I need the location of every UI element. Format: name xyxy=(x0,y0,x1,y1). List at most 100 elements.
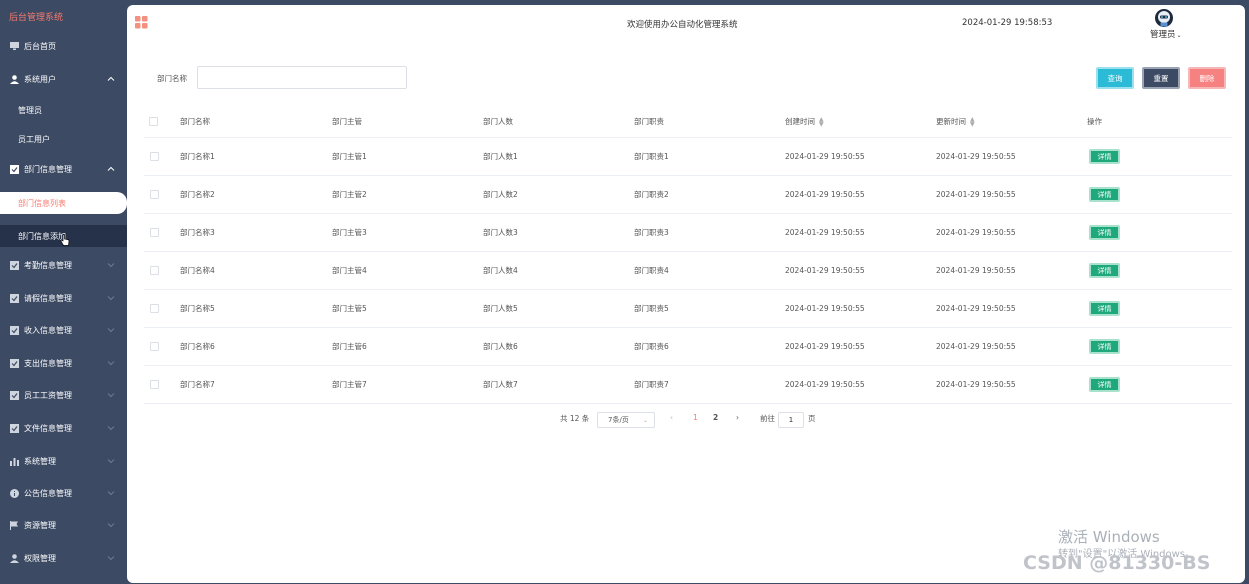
sidebar: 后台管理系统 后台首页 系统用户 管理员 员工用户 部门信息管理 部门信息列表 … xyxy=(0,0,127,584)
sub-item-admin[interactable]: 管理员 xyxy=(0,99,127,121)
menu-expense[interactable]: 支出信息管理 xyxy=(0,353,127,373)
search-label: 部门名称 xyxy=(157,74,187,83)
menu-salary[interactable]: 员工工资管理 xyxy=(0,385,127,405)
next-page-button[interactable]: › xyxy=(736,413,739,422)
menu-notice[interactable]: 公告信息管理 xyxy=(0,483,127,503)
cell-dept-manager: 部门主管2 xyxy=(332,190,367,199)
row-select[interactable] xyxy=(150,366,159,403)
checkbox[interactable] xyxy=(150,228,159,237)
page-2-button[interactable]: 2 xyxy=(713,413,718,422)
csdn-watermark: CSDN @81330-BS xyxy=(1023,552,1211,574)
detail-button[interactable]: 详情 xyxy=(1089,301,1120,316)
user-name: 管理员 xyxy=(1150,30,1176,40)
checkbox[interactable] xyxy=(150,190,159,199)
select-all[interactable] xyxy=(149,106,158,137)
cell-dept-manager: 部门主管5 xyxy=(332,304,367,313)
cell-dept-name: 部门名称2 xyxy=(180,190,215,199)
detail-button[interactable]: 详情 xyxy=(1089,149,1120,164)
menu-system-user-label: 系统用户 xyxy=(24,74,56,84)
dept-table: 部门名称 部门主管 部门人数 部门职责 创建时间 ▲ ▼ 更新时间 ▲ ▼ 操作 部门名… xyxy=(144,106,1232,404)
menu-attendance[interactable]: 考勤信息管理 xyxy=(0,255,127,275)
delete-button[interactable]: 删除 xyxy=(1188,67,1226,89)
detail-button[interactable]: 详情 xyxy=(1089,187,1120,202)
col-created[interactable]: 创建时间 ▲ ▼ xyxy=(785,106,824,137)
page-size-value: 7条/页 xyxy=(608,416,629,424)
menu-permission[interactable]: 权限管理 xyxy=(0,548,127,568)
checkbox[interactable] xyxy=(150,342,159,351)
table-row: 部门名称6 部门主管6 部门人数6 部门职责6 2024-01-29 19:50:55 2… xyxy=(144,328,1232,366)
menu-dept[interactable]: 部门信息管理 xyxy=(0,159,127,179)
menu-income[interactable]: 收入信息管理 xyxy=(0,320,127,340)
menu-resource-label: 资源管理 xyxy=(24,520,56,530)
avatar[interactable] xyxy=(1154,8,1174,28)
row-select[interactable] xyxy=(150,176,159,213)
menu-files-label: 文件信息管理 xyxy=(24,423,72,433)
query-button[interactable]: 查询 xyxy=(1096,67,1134,89)
sub-item-dept-list[interactable]: 部门信息列表 xyxy=(0,192,127,214)
menu-attendance-label: 考勤信息管理 xyxy=(24,260,72,270)
cell-dept-name: 部门名称1 xyxy=(180,152,215,161)
chevron-down-icon xyxy=(107,296,115,301)
cell-dept-name: 部门名称4 xyxy=(180,266,215,275)
dept-name-input[interactable] xyxy=(197,66,407,89)
cell-dept-name: 部门名称3 xyxy=(180,228,215,237)
cell-dept-name: 部门名称7 xyxy=(180,380,215,389)
user-menu[interactable]: 管理员⌄ xyxy=(1150,28,1182,40)
cell-created: 2024-01-29 19:50:55 xyxy=(785,342,865,351)
sub-item-staff[interactable]: 员工用户 xyxy=(0,128,127,150)
menu-home[interactable]: 后台首页 xyxy=(0,36,127,56)
checkbox[interactable] xyxy=(149,117,158,126)
cell-dept-count: 部门人数6 xyxy=(483,342,518,351)
sort-icon[interactable]: ▲ ▼ xyxy=(819,116,824,127)
cell-updated: 2024-01-29 19:50:55 xyxy=(936,152,1016,161)
checkbox[interactable] xyxy=(150,380,159,389)
page-size-select[interactable]: 7条/页 ⌄ xyxy=(597,412,655,428)
checkbox[interactable] xyxy=(150,304,159,313)
row-select[interactable] xyxy=(150,252,159,289)
grid-menu-icon[interactable] xyxy=(135,16,148,29)
page-unit-label: 页 xyxy=(808,414,816,423)
chevron-down-icon: ⌄ xyxy=(642,416,648,424)
chevron-up-icon xyxy=(107,76,115,81)
reset-button[interactable]: 重置 xyxy=(1142,67,1180,89)
col-updated[interactable]: 更新时间 ▲ ▼ xyxy=(936,106,975,137)
checkbox[interactable] xyxy=(150,266,159,275)
sort-icon[interactable]: ▲ ▼ xyxy=(970,116,975,127)
menu-sys[interactable]: 系统管理 xyxy=(0,451,127,471)
col-dept-manager: 部门主管 xyxy=(332,117,362,126)
sub-item-dept-add[interactable]: 部门信息添加 xyxy=(0,225,127,247)
row-select[interactable] xyxy=(150,290,159,327)
col-dept-duty: 部门职责 xyxy=(634,117,664,126)
chevron-down-icon xyxy=(107,459,115,464)
checkbox-icon xyxy=(9,293,19,303)
row-select[interactable] xyxy=(150,328,159,365)
cell-dept-duty: 部门职责3 xyxy=(634,228,669,237)
cell-updated: 2024-01-29 19:50:55 xyxy=(936,266,1016,275)
detail-button[interactable]: 详情 xyxy=(1089,377,1120,392)
hand-cursor-icon xyxy=(60,233,70,246)
detail-cell: 详情 xyxy=(1089,290,1120,327)
cell-created: 2024-01-29 19:50:55 xyxy=(785,190,865,199)
menu-permission-label: 权限管理 xyxy=(24,553,56,563)
sub-item-admin-label: 管理员 xyxy=(18,105,42,115)
page-1-button[interactable]: 1 xyxy=(693,413,698,422)
menu-files[interactable]: 文件信息管理 xyxy=(0,418,127,438)
menu-income-label: 收入信息管理 xyxy=(24,325,72,335)
row-select[interactable] xyxy=(150,138,159,175)
checkbox[interactable] xyxy=(150,152,159,161)
prev-page-button[interactable]: ‹ xyxy=(670,413,673,422)
menu-system-user[interactable]: 系统用户 xyxy=(0,69,127,89)
goto-page-input[interactable]: 1 xyxy=(778,412,804,428)
user-icon xyxy=(9,74,19,84)
row-select[interactable] xyxy=(150,214,159,251)
col-actions: 操作 xyxy=(1087,117,1102,126)
detail-button[interactable]: 详情 xyxy=(1089,225,1120,240)
menu-resource[interactable]: 资源管理 xyxy=(0,515,127,535)
detail-button[interactable]: 详情 xyxy=(1089,339,1120,354)
menu-leave[interactable]: 请假信息管理 xyxy=(0,288,127,308)
cell-dept-name: 部门名称5 xyxy=(180,304,215,313)
menu-salary-label: 员工工资管理 xyxy=(24,390,72,400)
cell-created: 2024-01-29 19:50:55 xyxy=(785,228,865,237)
detail-cell: 详情 xyxy=(1089,176,1120,213)
detail-button[interactable]: 详情 xyxy=(1089,263,1120,278)
